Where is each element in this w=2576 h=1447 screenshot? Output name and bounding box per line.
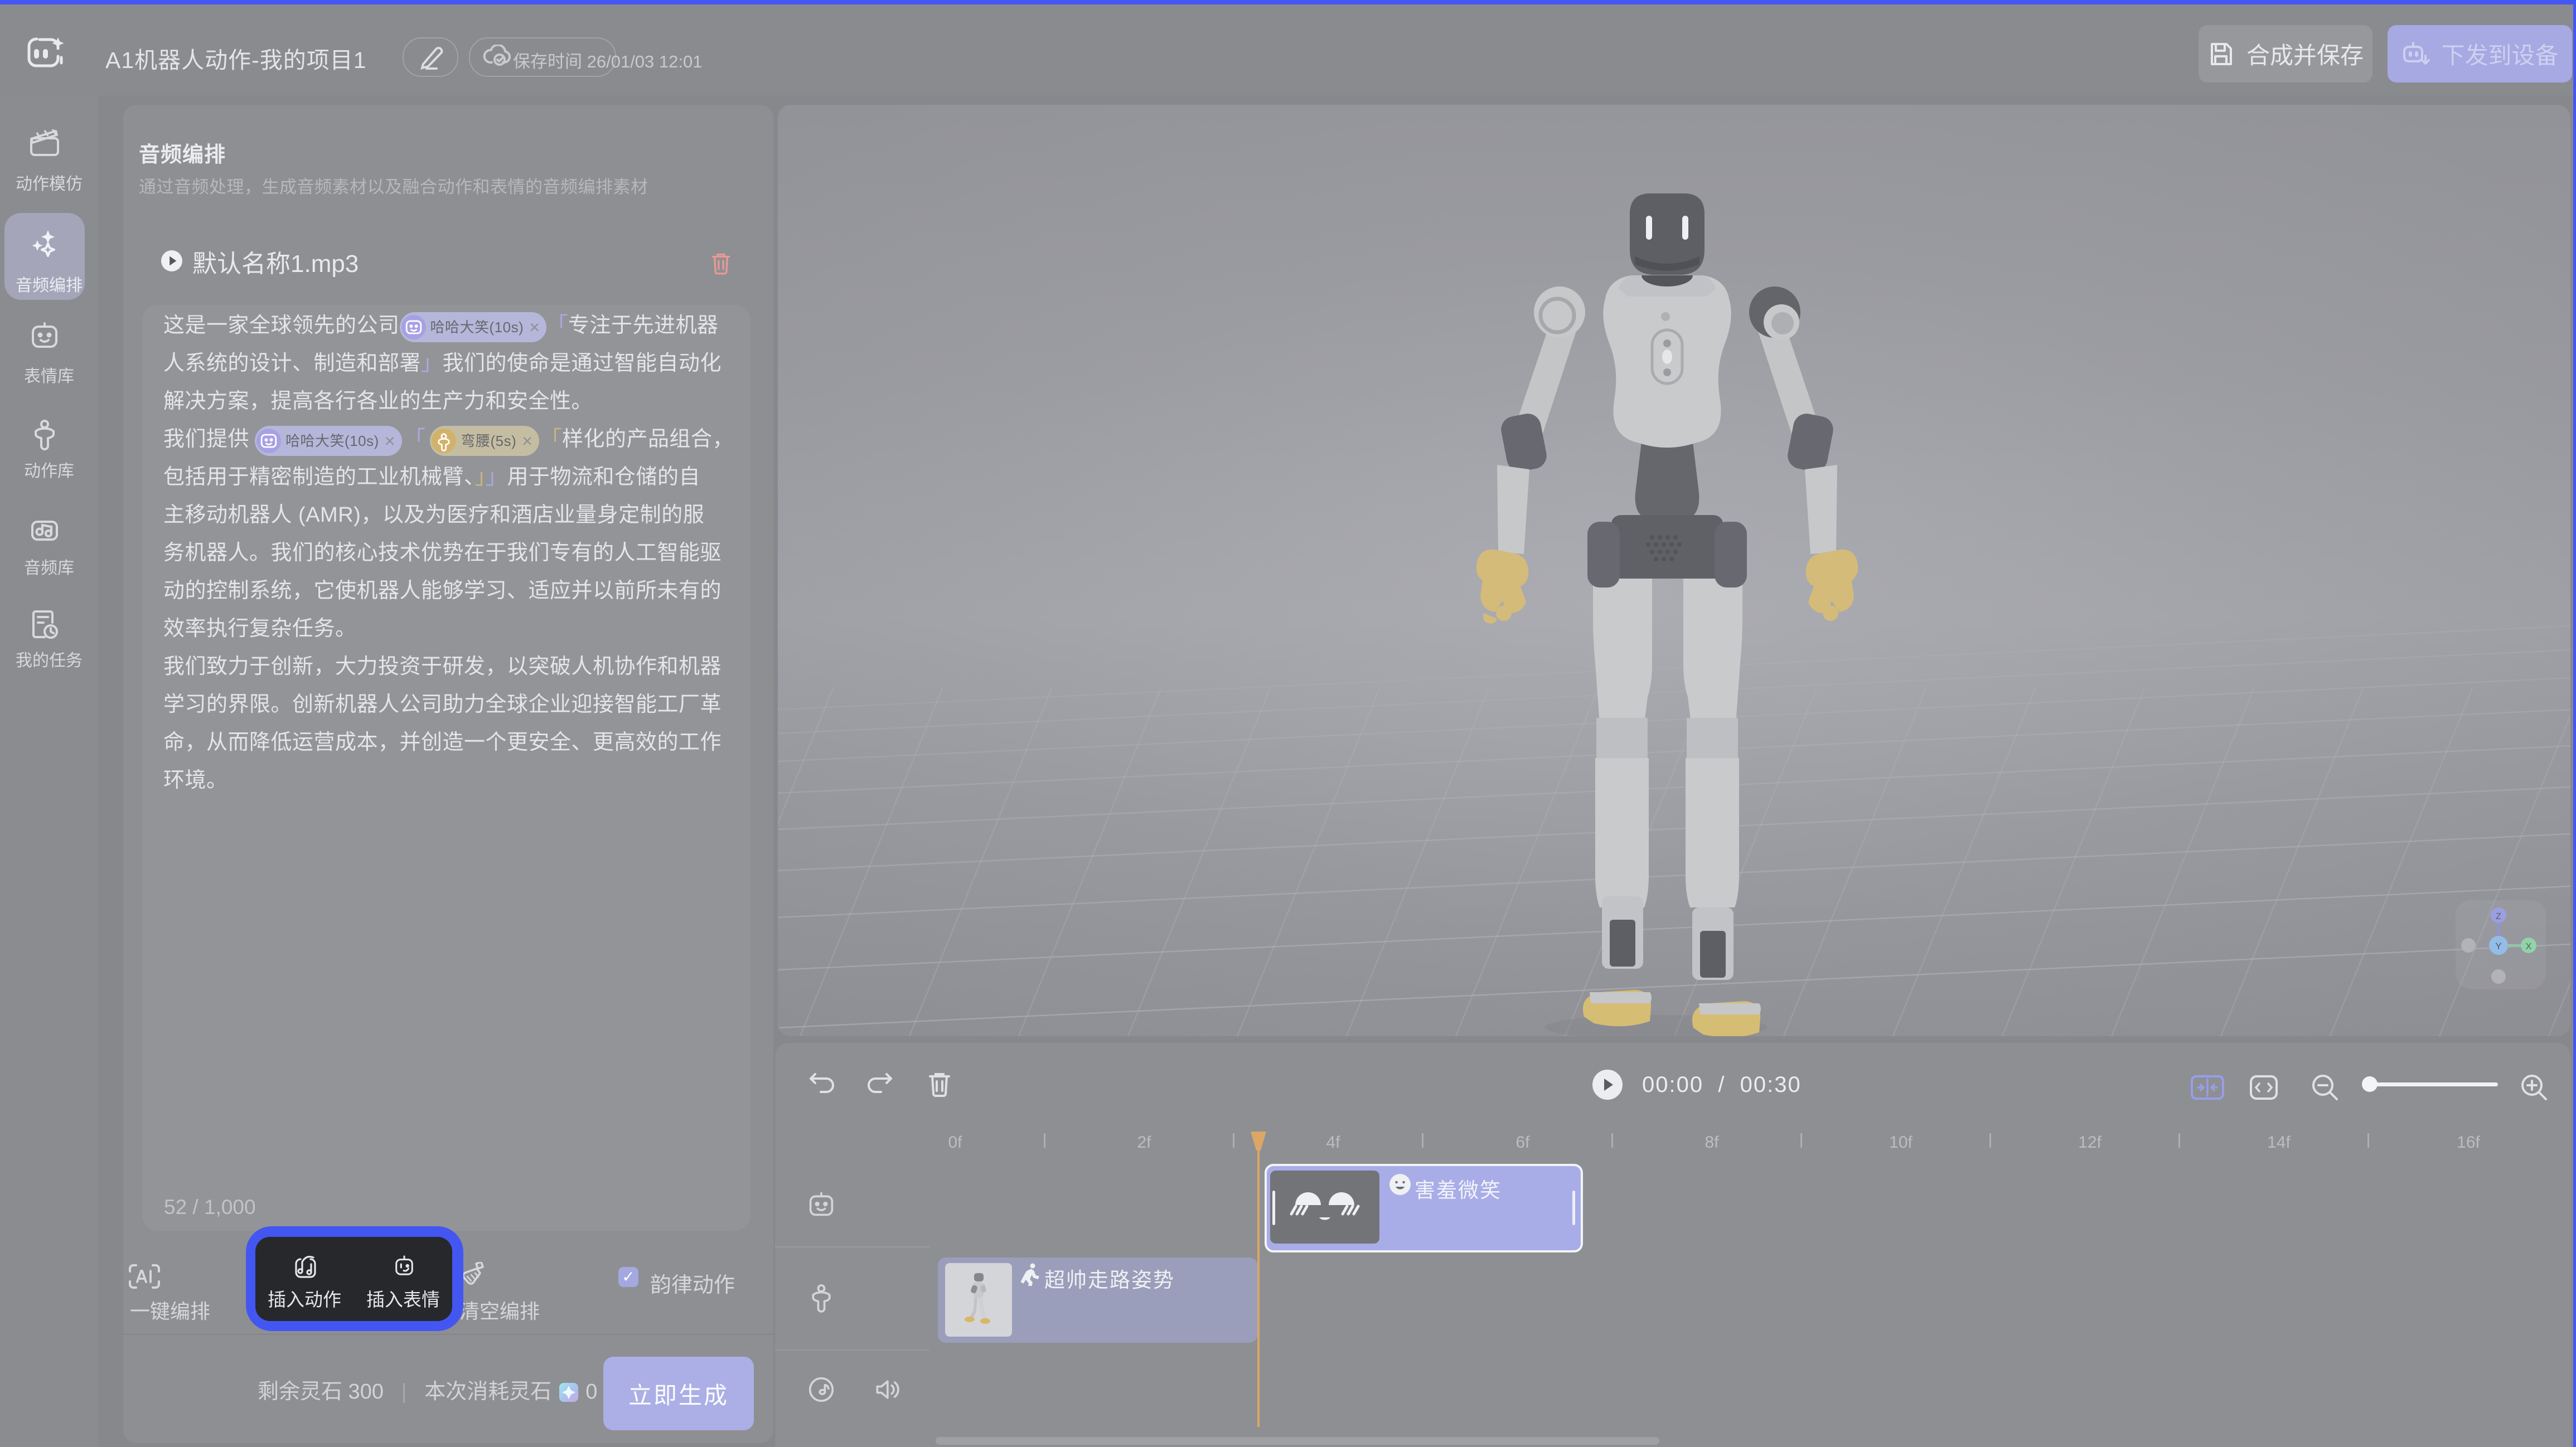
svg-text:Z: Z [2496, 912, 2501, 921]
svg-text:X: X [2526, 942, 2532, 951]
svg-text:Y: Y [2495, 941, 2501, 951]
